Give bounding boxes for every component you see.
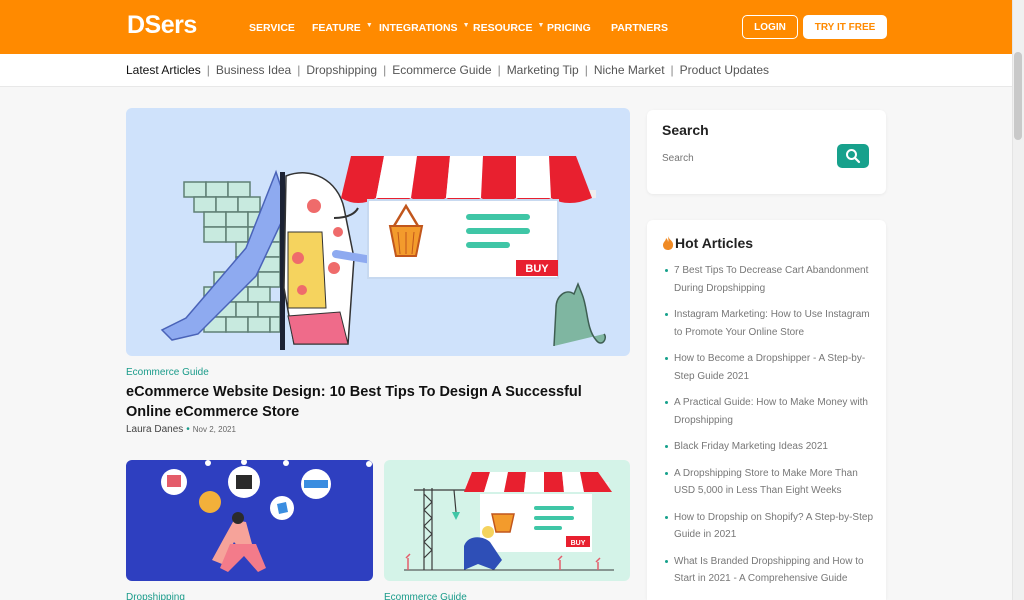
divider: | — [497, 63, 501, 77]
hot-article-link[interactable]: A Practical Guide: How to Make Money wit… — [665, 394, 875, 429]
hot-article-link[interactable]: Black Friday Marketing Ideas 2021 — [665, 438, 875, 456]
nav-integrations-label: INTEGRATIONS — [379, 22, 458, 34]
hot-article-link[interactable]: What Is Branded Dropshipping and How to … — [665, 553, 875, 588]
divider: | — [383, 63, 387, 77]
nav-partners[interactable]: PARTNERS — [611, 22, 668, 34]
separator-dot: • — [186, 424, 190, 435]
article-card-image-dropshipping[interactable] — [126, 460, 373, 581]
search-icon — [846, 149, 861, 164]
login-button[interactable]: LOGIN — [742, 15, 798, 39]
category-dropshipping[interactable]: Dropshipping — [306, 63, 377, 77]
buy-badge-text: BUY — [571, 540, 586, 547]
featured-category-tag[interactable]: Ecommerce Guide — [126, 367, 209, 378]
hot-article-link[interactable]: Instagram Marketing: How to Use Instagra… — [665, 306, 875, 341]
chevron-down-icon: ▼ — [537, 22, 545, 29]
nav-partners-label: PARTNERS — [611, 22, 668, 34]
hot-articles-list: 7 Best Tips To Decrease Cart Abandonment… — [665, 262, 875, 597]
dropshipping-illustration — [161, 460, 372, 572]
nav-resource[interactable]: RESOURCE ▼ — [473, 22, 544, 34]
nav-integrations[interactable]: INTEGRATIONS ▼ — [379, 22, 470, 34]
category-latest-articles[interactable]: Latest Articles — [126, 63, 201, 77]
top-header: DSers SERVICE FEATURE ▼ INTEGRATIONS ▼ RES… — [0, 0, 1012, 54]
hot-articles-widget: Hot Articles 7 Best Tips To Decrease Car… — [647, 220, 886, 600]
card-category-tag[interactable]: Dropshipping — [126, 592, 185, 600]
storefront-illustration: BUY — [160, 156, 607, 350]
logo[interactable]: DSers — [127, 11, 197, 40]
search-button[interactable] — [837, 144, 869, 168]
category-niche-market[interactable]: Niche Market — [594, 63, 665, 77]
nav-service[interactable]: SERVICE — [249, 22, 295, 34]
category-business-idea[interactable]: Business Idea — [216, 63, 291, 77]
nav-feature[interactable]: FEATURE ▼ — [312, 22, 373, 34]
category-ecommerce-guide[interactable]: Ecommerce Guide — [392, 63, 491, 77]
try-it-free-button[interactable]: TRY IT FREE — [803, 15, 887, 39]
author-name[interactable]: Laura Danes — [126, 424, 183, 435]
publish-date: Nov 2, 2021 — [192, 425, 236, 434]
nav-pricing[interactable]: PRICING — [547, 22, 591, 34]
category-marketing-tip[interactable]: Marketing Tip — [507, 63, 579, 77]
nav-resource-label: RESOURCE — [473, 22, 533, 34]
hot-article-link[interactable]: How to Dropship on Shopify? A Step-by-St… — [665, 509, 875, 544]
chevron-down-icon: ▼ — [462, 22, 470, 29]
hot-article-link[interactable]: How to Become a Dropshipper - A Step-by-… — [665, 350, 875, 385]
nav-feature-label: FEATURE — [312, 22, 361, 34]
featured-image[interactable]: BUY — [126, 108, 630, 356]
scrollbar-thumb[interactable] — [1014, 52, 1022, 140]
nav-pricing-label: PRICING — [547, 22, 591, 34]
divider: | — [670, 63, 674, 77]
chevron-down-icon: ▼ — [365, 22, 373, 29]
article-card-image-ecommerce[interactable]: BUY — [384, 460, 630, 581]
hot-article-link[interactable]: 7 Best Tips To Decrease Cart Abandonment… — [665, 262, 875, 297]
featured-article-title[interactable]: eCommerce Website Design: 10 Best Tips T… — [126, 382, 630, 422]
nav-service-label: SERVICE — [249, 22, 295, 34]
hot-article-link[interactable]: A Dropshipping Store to Make More Than U… — [665, 465, 875, 500]
category-product-updates[interactable]: Product Updates — [680, 63, 769, 77]
divider: | — [584, 63, 588, 77]
hot-articles-heading: Hot Articles — [675, 235, 754, 251]
flame-icon — [663, 236, 674, 250]
search-widget: Search — [647, 110, 886, 194]
category-bar: Latest Articles | Business Idea | Dropshippi… — [0, 54, 1012, 87]
featured-byline: Laura Danes • Nov 2, 2021 — [126, 424, 236, 435]
search-widget-title: Search — [662, 122, 709, 138]
buy-badge-text: BUY — [525, 263, 549, 275]
divider: | — [206, 63, 210, 77]
search-input[interactable] — [662, 148, 832, 168]
hot-articles-title: Hot Articles — [661, 235, 753, 251]
ecommerce-illustration: BUY — [404, 472, 614, 571]
divider: | — [297, 63, 301, 77]
card-category-tag[interactable]: Ecommerce Guide — [384, 592, 467, 600]
